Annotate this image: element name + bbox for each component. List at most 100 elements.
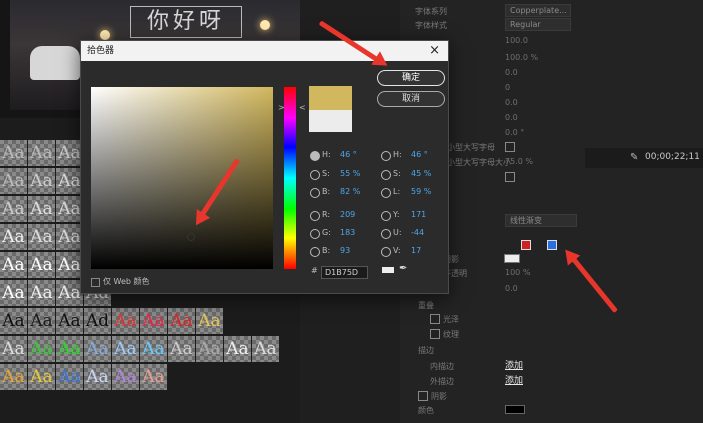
style-tile[interactable]: Aa [112, 336, 139, 362]
small-caps-checkbox[interactable] [505, 142, 515, 152]
prop-value[interactable]: 0.0 [505, 68, 518, 77]
color-mode-radio[interactable] [310, 229, 320, 239]
style-tile[interactable]: Aa [28, 224, 55, 250]
font-family-dropdown[interactable]: Copperplate... [505, 4, 571, 17]
color-stop-blue[interactable] [547, 240, 557, 250]
field-value[interactable]: 46 ° [340, 149, 357, 161]
color-mode-radio[interactable] [381, 170, 391, 180]
style-tile[interactable]: Aa [140, 364, 167, 390]
style-tile[interactable]: Aa [28, 280, 55, 306]
small-caps-size-value[interactable]: 75.0 % [505, 157, 533, 166]
ok-button[interactable]: 确定 [377, 70, 445, 86]
gloss-checkbox[interactable] [430, 314, 440, 324]
fill-type-dropdown[interactable]: 线性渐变 [505, 214, 577, 227]
color-mode-radio[interactable] [381, 211, 391, 221]
style-tile[interactable]: Aa [140, 336, 167, 362]
style-tile[interactable]: Aa [252, 336, 279, 362]
style-tile[interactable]: Aa [56, 280, 83, 306]
style-tile[interactable]: Aa [28, 308, 55, 334]
style-tile[interactable]: Aa [196, 308, 223, 334]
style-tile[interactable]: Aa [56, 308, 83, 334]
color-mode-radio[interactable] [381, 188, 391, 198]
style-tile[interactable]: Aa [0, 308, 27, 334]
field-value[interactable]: 183 [340, 227, 355, 239]
field-value[interactable]: 171 [411, 209, 426, 221]
style-tile[interactable]: Aa [112, 364, 139, 390]
eyedropper-icon[interactable]: ✒ [399, 263, 407, 274]
style-tile[interactable]: Aa [56, 168, 83, 194]
style-tile[interactable]: Aa [196, 336, 223, 362]
style-tile[interactable]: Aa [140, 308, 167, 334]
style-tile[interactable]: Aa [224, 336, 251, 362]
color-mode-radio[interactable] [310, 170, 320, 180]
style-tile[interactable]: Aa [0, 168, 27, 194]
field-value[interactable]: 82 % [340, 186, 360, 198]
field-value[interactable]: 46 ° [411, 149, 428, 161]
style-tile[interactable]: Aa [0, 224, 27, 250]
close-icon[interactable]: × [429, 41, 440, 61]
field-value[interactable]: 59 % [411, 186, 431, 198]
prop-value[interactable]: 0.0 ° [505, 128, 524, 137]
style-tile[interactable]: Aa [112, 308, 139, 334]
style-tile[interactable]: Aa [0, 280, 27, 306]
style-tile[interactable]: Aa [0, 140, 27, 166]
texture-checkbox[interactable] [430, 329, 440, 339]
style-tile[interactable]: Aa [0, 336, 27, 362]
style-tile[interactable]: Aa [28, 196, 55, 222]
style-tile[interactable]: Aa [56, 336, 83, 362]
add-outer-stroke-link[interactable]: 添加 [505, 373, 523, 386]
style-tile[interactable]: Aa [28, 168, 55, 194]
style-tile[interactable]: Aa [28, 336, 55, 362]
style-tile[interactable]: Aa [28, 364, 55, 390]
prop-value[interactable]: 0 [505, 83, 510, 92]
field-value[interactable]: 55 % [340, 168, 360, 180]
style-tile[interactable]: Aa [56, 140, 83, 166]
color-mode-radio[interactable] [381, 247, 391, 257]
style-tile[interactable]: Aa [56, 364, 83, 390]
original-color-swatch[interactable] [309, 110, 352, 132]
color-cursor[interactable] [187, 233, 195, 241]
style-tile[interactable]: Aa [56, 196, 83, 222]
style-tile[interactable]: Aa [28, 252, 55, 278]
option-checkbox[interactable] [505, 172, 515, 182]
color-mode-radio[interactable] [310, 247, 320, 257]
wrench-icon[interactable]: ✎ [630, 152, 638, 163]
shadow-color-swatch[interactable] [505, 405, 525, 414]
prop-value[interactable]: 0.0 [505, 98, 518, 107]
style-tile[interactable]: Aa [0, 196, 27, 222]
style-tile[interactable]: Aa [28, 140, 55, 166]
hex-input[interactable]: D1B75D [321, 266, 368, 279]
style-tile[interactable]: Aa [84, 364, 111, 390]
color-mode-radio[interactable] [381, 229, 391, 239]
field-value[interactable]: 17 [411, 245, 421, 257]
style-tile[interactable]: Aa [84, 336, 111, 362]
shadow-checkbox[interactable] [418, 391, 428, 401]
style-tile[interactable]: Aa [168, 308, 195, 334]
style-tile[interactable]: Aa [0, 252, 27, 278]
add-inner-stroke-link[interactable]: 添加 [505, 358, 523, 371]
field-value[interactable]: -44 [411, 227, 424, 239]
font-style-dropdown[interactable]: Regular [505, 18, 571, 31]
field-value[interactable]: 45 % [411, 168, 431, 180]
hue-slider[interactable] [284, 87, 296, 269]
saturation-brightness-field[interactable] [91, 87, 273, 269]
style-tile[interactable]: Aa [168, 336, 195, 362]
color-mode-radio[interactable] [381, 151, 391, 161]
cancel-button[interactable]: 取消 [377, 91, 445, 107]
color-mode-radio[interactable] [310, 188, 320, 198]
style-tile[interactable]: Ad [84, 308, 111, 334]
prop-value[interactable]: 100.0 [505, 36, 528, 45]
color-mode-radio[interactable] [310, 151, 320, 161]
prop-value[interactable]: 0.0 [505, 113, 518, 122]
style-tile[interactable]: Aa [56, 224, 83, 250]
prop-value[interactable]: 0.0 [505, 284, 518, 293]
style-tile[interactable]: Aa [0, 364, 27, 390]
fill-color-swatch[interactable] [504, 254, 520, 263]
field-value[interactable]: 209 [340, 209, 355, 221]
color-mode-radio[interactable] [310, 211, 320, 221]
style-tile[interactable]: Aa [56, 252, 83, 278]
field-value[interactable]: 93 [340, 245, 350, 257]
opacity-value[interactable]: 100 % [505, 268, 530, 277]
prop-value[interactable]: 100.0 % [505, 53, 538, 62]
web-colors-checkbox[interactable] [91, 278, 100, 287]
